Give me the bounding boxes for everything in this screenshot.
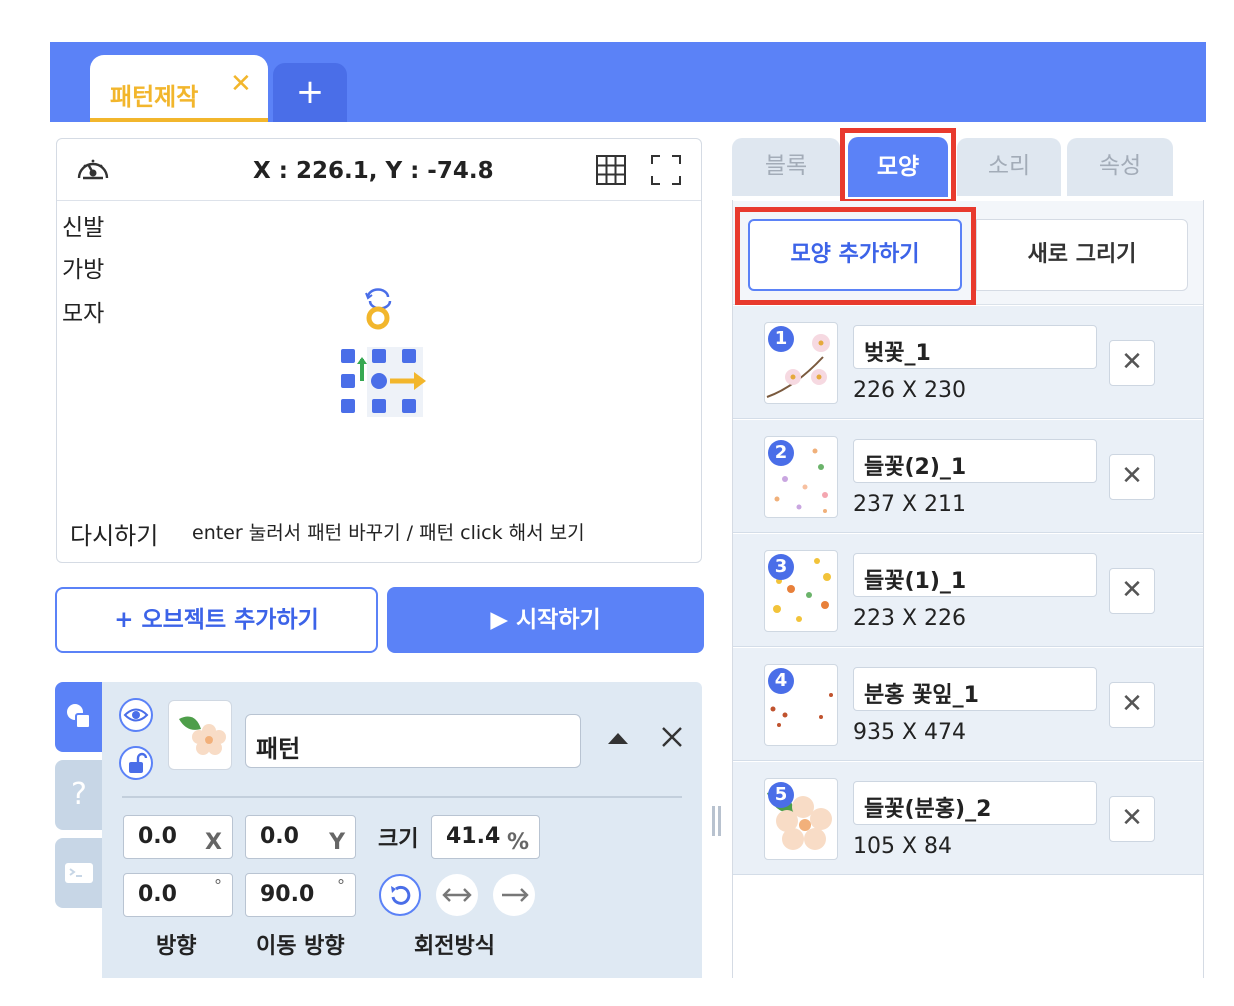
shape-number: 5 xyxy=(768,782,794,808)
size-field[interactable]: 41.4 % xyxy=(431,815,540,859)
coordinate-readout: X : 226.1, Y : -74.8 xyxy=(253,158,494,184)
shape-size: 105 X 84 xyxy=(853,834,953,859)
shape-thumbnail: 5 xyxy=(764,778,838,860)
new-draw-button[interactable]: 새로 그리기 xyxy=(976,219,1188,291)
close-tab-icon[interactable]: ✕ xyxy=(230,69,252,99)
visibility-toggle[interactable] xyxy=(119,698,153,732)
degree-symbol: ° xyxy=(337,876,345,895)
y-value: 0.0 xyxy=(260,824,299,849)
help-tab[interactable]: ? xyxy=(55,760,103,830)
fullscreen-icon[interactable] xyxy=(650,154,682,186)
x-value: 0.0 xyxy=(138,824,177,849)
shape-number: 4 xyxy=(768,668,794,694)
shape-thumbnail: 2 xyxy=(764,436,838,518)
list-item[interactable]: 3 들꽃(1)_1 223 X 226 ✕ xyxy=(733,534,1203,647)
stage-hint: enter 눌러서 패턴 바꾸기 / 패턴 click 해서 보기 xyxy=(192,522,585,544)
divider xyxy=(122,796,682,798)
direction-value: 0.0 xyxy=(138,882,177,907)
shape-number: 2 xyxy=(768,440,794,466)
size-value: 41.4 xyxy=(446,824,501,849)
tab-sounds[interactable]: 소리 xyxy=(957,138,1061,196)
delete-shape-icon[interactable]: ✕ xyxy=(1109,568,1155,614)
rotate-free-button[interactable] xyxy=(379,874,421,916)
grid-icon[interactable] xyxy=(595,154,627,186)
x-position-field[interactable]: 0.0 X xyxy=(123,815,233,859)
eye-icon xyxy=(123,708,149,722)
size-unit: % xyxy=(506,830,529,855)
double-arrow-icon xyxy=(442,888,472,902)
stage-label-bag: 가방 xyxy=(62,257,105,283)
y-unit: Y xyxy=(329,830,345,855)
shape-thumbnail: 3 xyxy=(764,550,838,632)
unlock-icon xyxy=(129,752,148,773)
shape-number: 1 xyxy=(768,326,794,352)
object-transform-handles[interactable] xyxy=(330,285,430,420)
reset-button[interactable]: 다시하기 xyxy=(70,516,158,551)
console-tab[interactable] xyxy=(55,838,103,908)
panel-splitter[interactable] xyxy=(712,806,715,836)
list-item[interactable]: 1 벚꽃_1 226 X 230 ✕ xyxy=(733,306,1203,419)
direction-label: 방향 xyxy=(156,934,197,959)
size-label: 크기 xyxy=(378,827,419,852)
object-thumbnail[interactable] xyxy=(168,700,232,770)
list-item[interactable]: 2 들꽃(2)_1 237 X 211 ✕ xyxy=(733,420,1203,533)
x-unit: X xyxy=(205,830,222,855)
object-tab[interactable] xyxy=(55,682,103,752)
add-object-button[interactable]: + 오브젝트 추가하기 xyxy=(55,587,378,653)
speed-gauge-icon[interactable] xyxy=(75,152,111,188)
flower-thumbnail xyxy=(179,716,226,755)
direction-field[interactable]: 0.0 ° xyxy=(123,873,233,917)
collapse-up-icon[interactable] xyxy=(606,728,630,748)
delete-shape-icon[interactable]: ✕ xyxy=(1109,340,1155,386)
delete-shape-icon[interactable]: ✕ xyxy=(1109,796,1155,842)
shape-size: 935 X 474 xyxy=(853,720,967,745)
tab-blocks[interactable]: 블록 xyxy=(732,138,840,196)
shape-name-input[interactable]: 들꽃(2)_1 xyxy=(853,439,1097,483)
tab-pattern-making[interactable]: 패턴제작 ✕ xyxy=(90,55,268,122)
shape-thumbnail: 4 xyxy=(764,664,838,746)
stage-label-hat: 모자 xyxy=(62,301,105,327)
degree-symbol: ° xyxy=(214,876,222,895)
lock-toggle[interactable] xyxy=(119,746,153,780)
shape-size: 226 X 230 xyxy=(853,378,967,403)
add-shape-button[interactable]: 모양 추가하기 xyxy=(748,219,962,291)
shape-size: 223 X 226 xyxy=(853,606,967,631)
stage-label-shoes: 신발 xyxy=(62,215,105,241)
delete-shape-icon[interactable]: ✕ xyxy=(1109,682,1155,728)
shapes-icon xyxy=(67,704,91,729)
add-tab-button[interactable]: + xyxy=(273,63,347,122)
object-name-input[interactable]: 패턴 xyxy=(245,714,581,768)
panel-splitter-line xyxy=(718,806,721,836)
shape-name-input[interactable]: 들꽃(1)_1 xyxy=(853,553,1097,597)
move-direction-field[interactable]: 90.0 ° xyxy=(245,873,356,917)
shape-name-input[interactable]: 들꽃(분홍)_2 xyxy=(853,781,1097,825)
shape-name-input[interactable]: 벚꽃_1 xyxy=(853,325,1097,369)
tab-properties[interactable]: 속성 xyxy=(1067,138,1173,196)
list-item[interactable]: 5 들꽃(분홍)_2 105 X 84 ✕ xyxy=(733,762,1203,875)
tab-shapes[interactable]: 모양 xyxy=(848,137,948,197)
terminal-icon xyxy=(65,863,93,883)
shape-thumbnail: 1 xyxy=(764,322,838,404)
delete-shape-icon[interactable]: ✕ xyxy=(1109,454,1155,500)
start-button[interactable]: ▶ 시작하기 xyxy=(387,587,704,653)
list-item[interactable]: 4 분홍 꽃잎_1 935 X 474 ✕ xyxy=(733,648,1203,761)
rotate-none-button[interactable] xyxy=(493,874,535,916)
rotate-icon xyxy=(391,885,411,905)
move-direction-value: 90.0 xyxy=(260,882,315,907)
rotate-horizontal-button[interactable] xyxy=(436,874,478,916)
tab-label: 패턴제작 xyxy=(110,83,199,111)
shape-number: 3 xyxy=(768,554,794,580)
right-arrow-icon xyxy=(502,888,529,902)
rotation-method-label: 회전방식 xyxy=(414,934,495,959)
delete-object-icon[interactable] xyxy=(660,725,684,749)
shape-name-input[interactable]: 분홍 꽃잎_1 xyxy=(853,667,1097,711)
move-direction-label: 이동 방향 xyxy=(256,934,345,959)
shape-size: 237 X 211 xyxy=(853,492,967,517)
y-position-field[interactable]: 0.0 Y xyxy=(245,815,356,859)
